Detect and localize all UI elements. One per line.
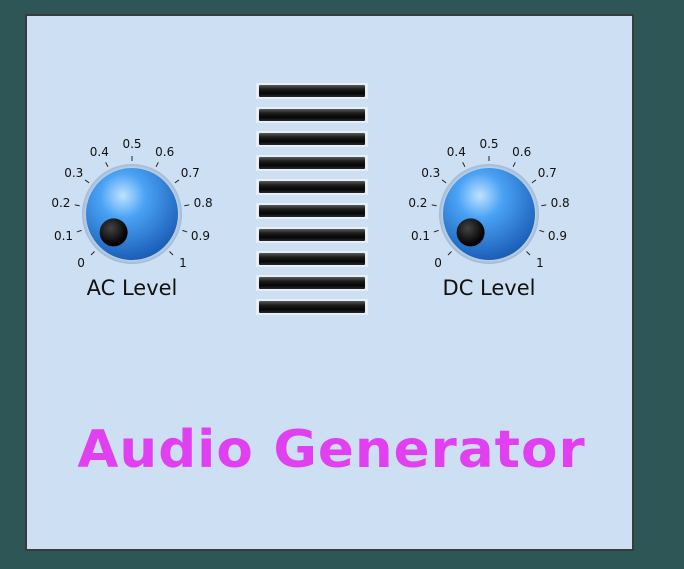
meter-segment xyxy=(256,227,368,243)
knob-tick xyxy=(76,229,82,233)
meter-segment xyxy=(256,203,368,219)
ac-level-knob-control: AC Level 0 0.1 0.2 0.3 0.4 0.5 0.6 0.7 0.8 0.9 1 xyxy=(32,114,232,314)
meter-segment xyxy=(256,251,368,267)
knob-tick-label: 0.9 xyxy=(547,228,568,243)
meter-segment-light xyxy=(259,301,365,313)
knob-tick xyxy=(441,179,447,184)
knob-pointer xyxy=(456,218,485,247)
knob-tick xyxy=(105,162,109,168)
knob-tick xyxy=(531,179,537,184)
knob-tick xyxy=(90,251,95,256)
knob-tick-label: 0.8 xyxy=(193,196,213,211)
knob-tick xyxy=(169,251,174,256)
meter-segment xyxy=(256,83,368,99)
knob-tick-label: 0 xyxy=(434,256,442,271)
knob-dial[interactable] xyxy=(86,168,178,260)
knob-tick-label: 0.3 xyxy=(421,165,441,180)
knob-tick-label: 0.1 xyxy=(53,228,74,243)
knob-tick xyxy=(462,162,466,168)
knob-tick-label: 1 xyxy=(179,256,187,271)
knob-tick-label: 0.5 xyxy=(122,137,142,151)
knob-tick-label: 0.5 xyxy=(479,137,499,151)
knob-tick xyxy=(84,179,90,184)
knob-tick-label: 0.1 xyxy=(410,228,431,243)
knob-tick-label: 0.2 xyxy=(51,196,71,211)
ac-level-label: AC Level xyxy=(86,276,178,300)
knob-tick-label: 0.4 xyxy=(89,144,109,159)
knob-tick xyxy=(433,229,439,233)
knob-tick-label: 0.9 xyxy=(190,228,211,243)
meter-segment xyxy=(256,179,368,195)
knob-tick xyxy=(182,229,188,233)
meter-segment xyxy=(256,107,368,123)
knob-tick-label: 0.7 xyxy=(180,165,200,180)
meter-segment-light xyxy=(259,205,365,217)
dc-level-label: DC Level xyxy=(442,276,536,300)
knob-tick xyxy=(512,162,516,168)
knob-tick-label: 0.2 xyxy=(408,196,428,211)
meter-segment-light xyxy=(259,181,365,193)
knob-tick-label: 1 xyxy=(536,256,544,271)
knob-tick-label: 0 xyxy=(77,256,85,271)
meter-segment-light xyxy=(259,253,365,265)
page-title: Audio Generator xyxy=(77,420,586,480)
knob-dial[interactable] xyxy=(443,168,535,260)
meter-segment-light xyxy=(259,229,365,241)
knob-tick-label: 0.3 xyxy=(64,165,84,180)
knob-tick xyxy=(431,204,437,207)
meter-segment-light xyxy=(259,109,365,121)
meter-segment-light xyxy=(259,133,365,145)
meter-segment-light xyxy=(259,85,365,97)
knob-tick xyxy=(526,251,531,256)
knob-tick xyxy=(447,251,452,256)
meter-segment xyxy=(256,155,368,171)
meter-segment xyxy=(256,275,368,291)
dc-level-knob-control: DC Level 0 0.1 0.2 0.3 0.4 0.5 0.6 0.7 0.8 0.9 1 xyxy=(389,114,589,314)
knob-tick-label: 0.6 xyxy=(155,144,175,159)
meter-segment-light xyxy=(259,277,365,289)
meter-segment-light xyxy=(259,157,365,169)
knob-tick-label: 0.4 xyxy=(446,144,466,159)
knob-tick xyxy=(74,204,80,207)
knob-tick xyxy=(541,204,547,207)
knob-tick-label: 0.6 xyxy=(512,144,532,159)
knob-pointer xyxy=(99,218,128,247)
knob-tick xyxy=(155,162,159,168)
meter-segment xyxy=(256,131,368,147)
knob-tick xyxy=(184,204,190,207)
knob-tick xyxy=(539,229,545,233)
knob-tick-label: 0.8 xyxy=(550,196,570,211)
knob-tick-label: 0.7 xyxy=(537,165,557,180)
front-panel: AC Level 0 0.1 0.2 0.3 0.4 0.5 0.6 0.7 0.8 0.9 1 D… xyxy=(25,14,634,551)
knob-tick xyxy=(174,179,180,184)
meter-segment xyxy=(256,299,368,315)
